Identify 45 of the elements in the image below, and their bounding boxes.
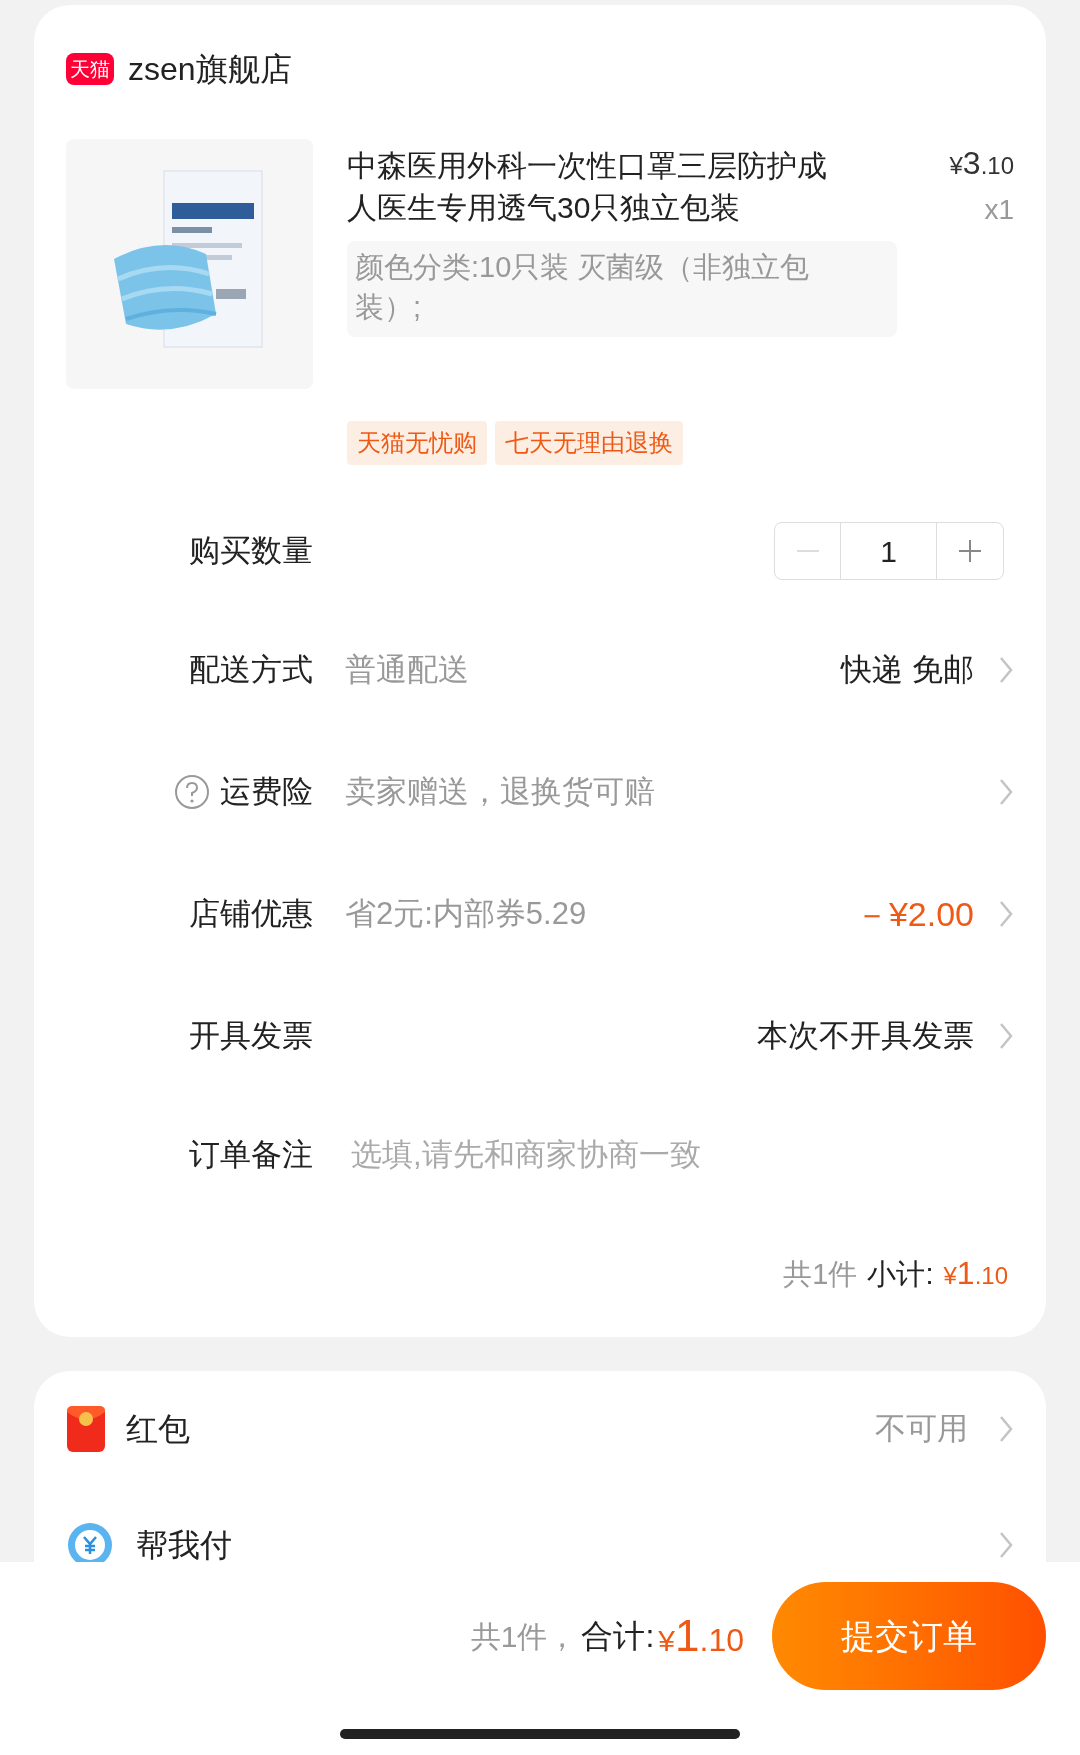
row-label: 开具发票 xyxy=(189,1016,313,1055)
total-amount: ¥1.10 xyxy=(658,1610,744,1662)
subtotal-count: 共1件 xyxy=(783,1257,858,1292)
option-row[interactable]: 开具发票 本次不开具发票 xyxy=(66,975,1014,1097)
payment-option-row[interactable]: 红包 不可用 xyxy=(66,1371,1014,1487)
row-label: 订单备注 xyxy=(189,1135,313,1174)
chevron-right-icon xyxy=(998,1530,1014,1560)
row-label: 配送方式 xyxy=(189,650,313,689)
total-count: 共1件， xyxy=(470,1618,578,1655)
service-tag: 七天无理由退换 xyxy=(495,421,683,465)
payment-option-value: 不可用 xyxy=(875,1409,968,1448)
option-row[interactable]: 运费险 卖家赠送，退换货可赔 xyxy=(66,731,1014,853)
store-name[interactable]: zsen旗舰店 xyxy=(128,45,292,93)
chevron-right-icon xyxy=(998,1021,1014,1051)
row-value: 本次不开具发票 xyxy=(757,1016,974,1055)
quantity-value[interactable]: 1 xyxy=(841,523,937,579)
store-badge: 天猫 xyxy=(66,53,114,85)
note-field[interactable]: 选填,请先和商家协商一致 xyxy=(351,1131,1014,1179)
minus-icon xyxy=(796,550,819,552)
row-value: －¥2.00 xyxy=(854,893,974,935)
payment-option-label: 帮我付 xyxy=(136,1526,232,1562)
row-label: 店铺优惠 xyxy=(189,894,313,933)
total-label: 合计: xyxy=(581,1617,655,1656)
chevron-right-icon xyxy=(998,655,1014,685)
row-label: 运费险 xyxy=(220,772,313,811)
row-detail: 省2元:内部券5.29 xyxy=(345,894,587,933)
product-quantity: x1 xyxy=(984,193,1014,227)
product-price: ¥3.10 xyxy=(949,144,1014,183)
help-icon[interactable] xyxy=(174,774,210,810)
envelope-icon xyxy=(66,1405,106,1453)
subtotal-amount: ¥1.10 xyxy=(943,1254,1008,1293)
option-row[interactable]: 配送方式 普通配送 快递 免邮 xyxy=(66,609,1014,731)
row-value: 快递 免邮 xyxy=(841,650,974,689)
chevron-right-icon xyxy=(998,1414,1014,1444)
product-title[interactable]: 中森医用外科一次性口罩三层防护成人医生专用透气30只独立包装 xyxy=(347,145,847,229)
row-detail: 普通配送 xyxy=(345,650,469,689)
chevron-right-icon xyxy=(998,777,1014,807)
service-tag: 天猫无忧购 xyxy=(347,421,487,465)
chevron-right-icon xyxy=(998,899,1014,929)
plus-icon xyxy=(959,540,981,562)
option-row[interactable]: 店铺优惠 省2元:内部券5.29 －¥2.00 xyxy=(66,853,1014,975)
payment-option-label: 红包 xyxy=(126,1410,190,1449)
row-detail: 卖家赠送，退换货可赔 xyxy=(345,772,655,811)
row-label: 购买数量 xyxy=(189,531,313,570)
subtotal-label: 小计: xyxy=(867,1257,934,1292)
